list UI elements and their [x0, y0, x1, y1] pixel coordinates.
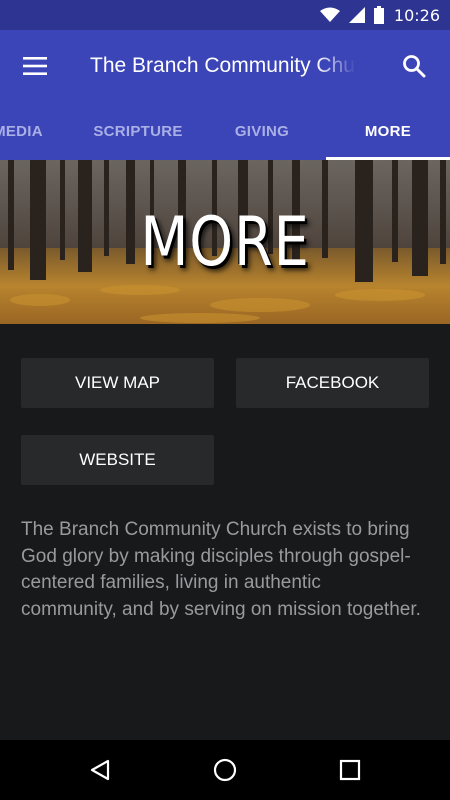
tab-more[interactable]: MORE	[326, 102, 450, 160]
app-title: The Branch Community Church	[90, 54, 356, 77]
status-time: 10:26	[393, 5, 440, 25]
content-area: VIEW MAP FACEBOOK WEBSITE The Branch Com…	[0, 324, 450, 740]
hero-title: MORE	[140, 202, 310, 282]
search-icon[interactable]	[392, 44, 436, 88]
hero-banner: MORE	[0, 160, 450, 324]
home-circle-icon[interactable]	[195, 740, 255, 800]
tab-bar: MEDIA SCRIPTURE GIVING MORE	[0, 102, 450, 160]
app-bar: The Branch Community Church	[0, 30, 450, 102]
tab-giving[interactable]: GIVING	[202, 102, 322, 160]
tab-media[interactable]: MEDIA	[0, 102, 78, 160]
hamburger-menu-icon[interactable]	[0, 30, 70, 102]
system-nav-bar	[0, 740, 450, 800]
facebook-button[interactable]: FACEBOOK	[236, 358, 429, 408]
recents-square-icon[interactable]	[320, 740, 380, 800]
back-triangle-icon[interactable]	[70, 740, 130, 800]
status-bar: 10:26	[0, 0, 450, 30]
view-map-button[interactable]: VIEW MAP	[21, 358, 214, 408]
cell-signal-icon	[348, 7, 365, 23]
wifi-icon	[319, 7, 340, 23]
tab-scripture[interactable]: SCRIPTURE	[78, 102, 198, 160]
battery-icon	[373, 6, 384, 24]
website-button[interactable]: WEBSITE	[21, 435, 214, 485]
about-description: The Branch Community Church exists to br…	[21, 519, 421, 620]
